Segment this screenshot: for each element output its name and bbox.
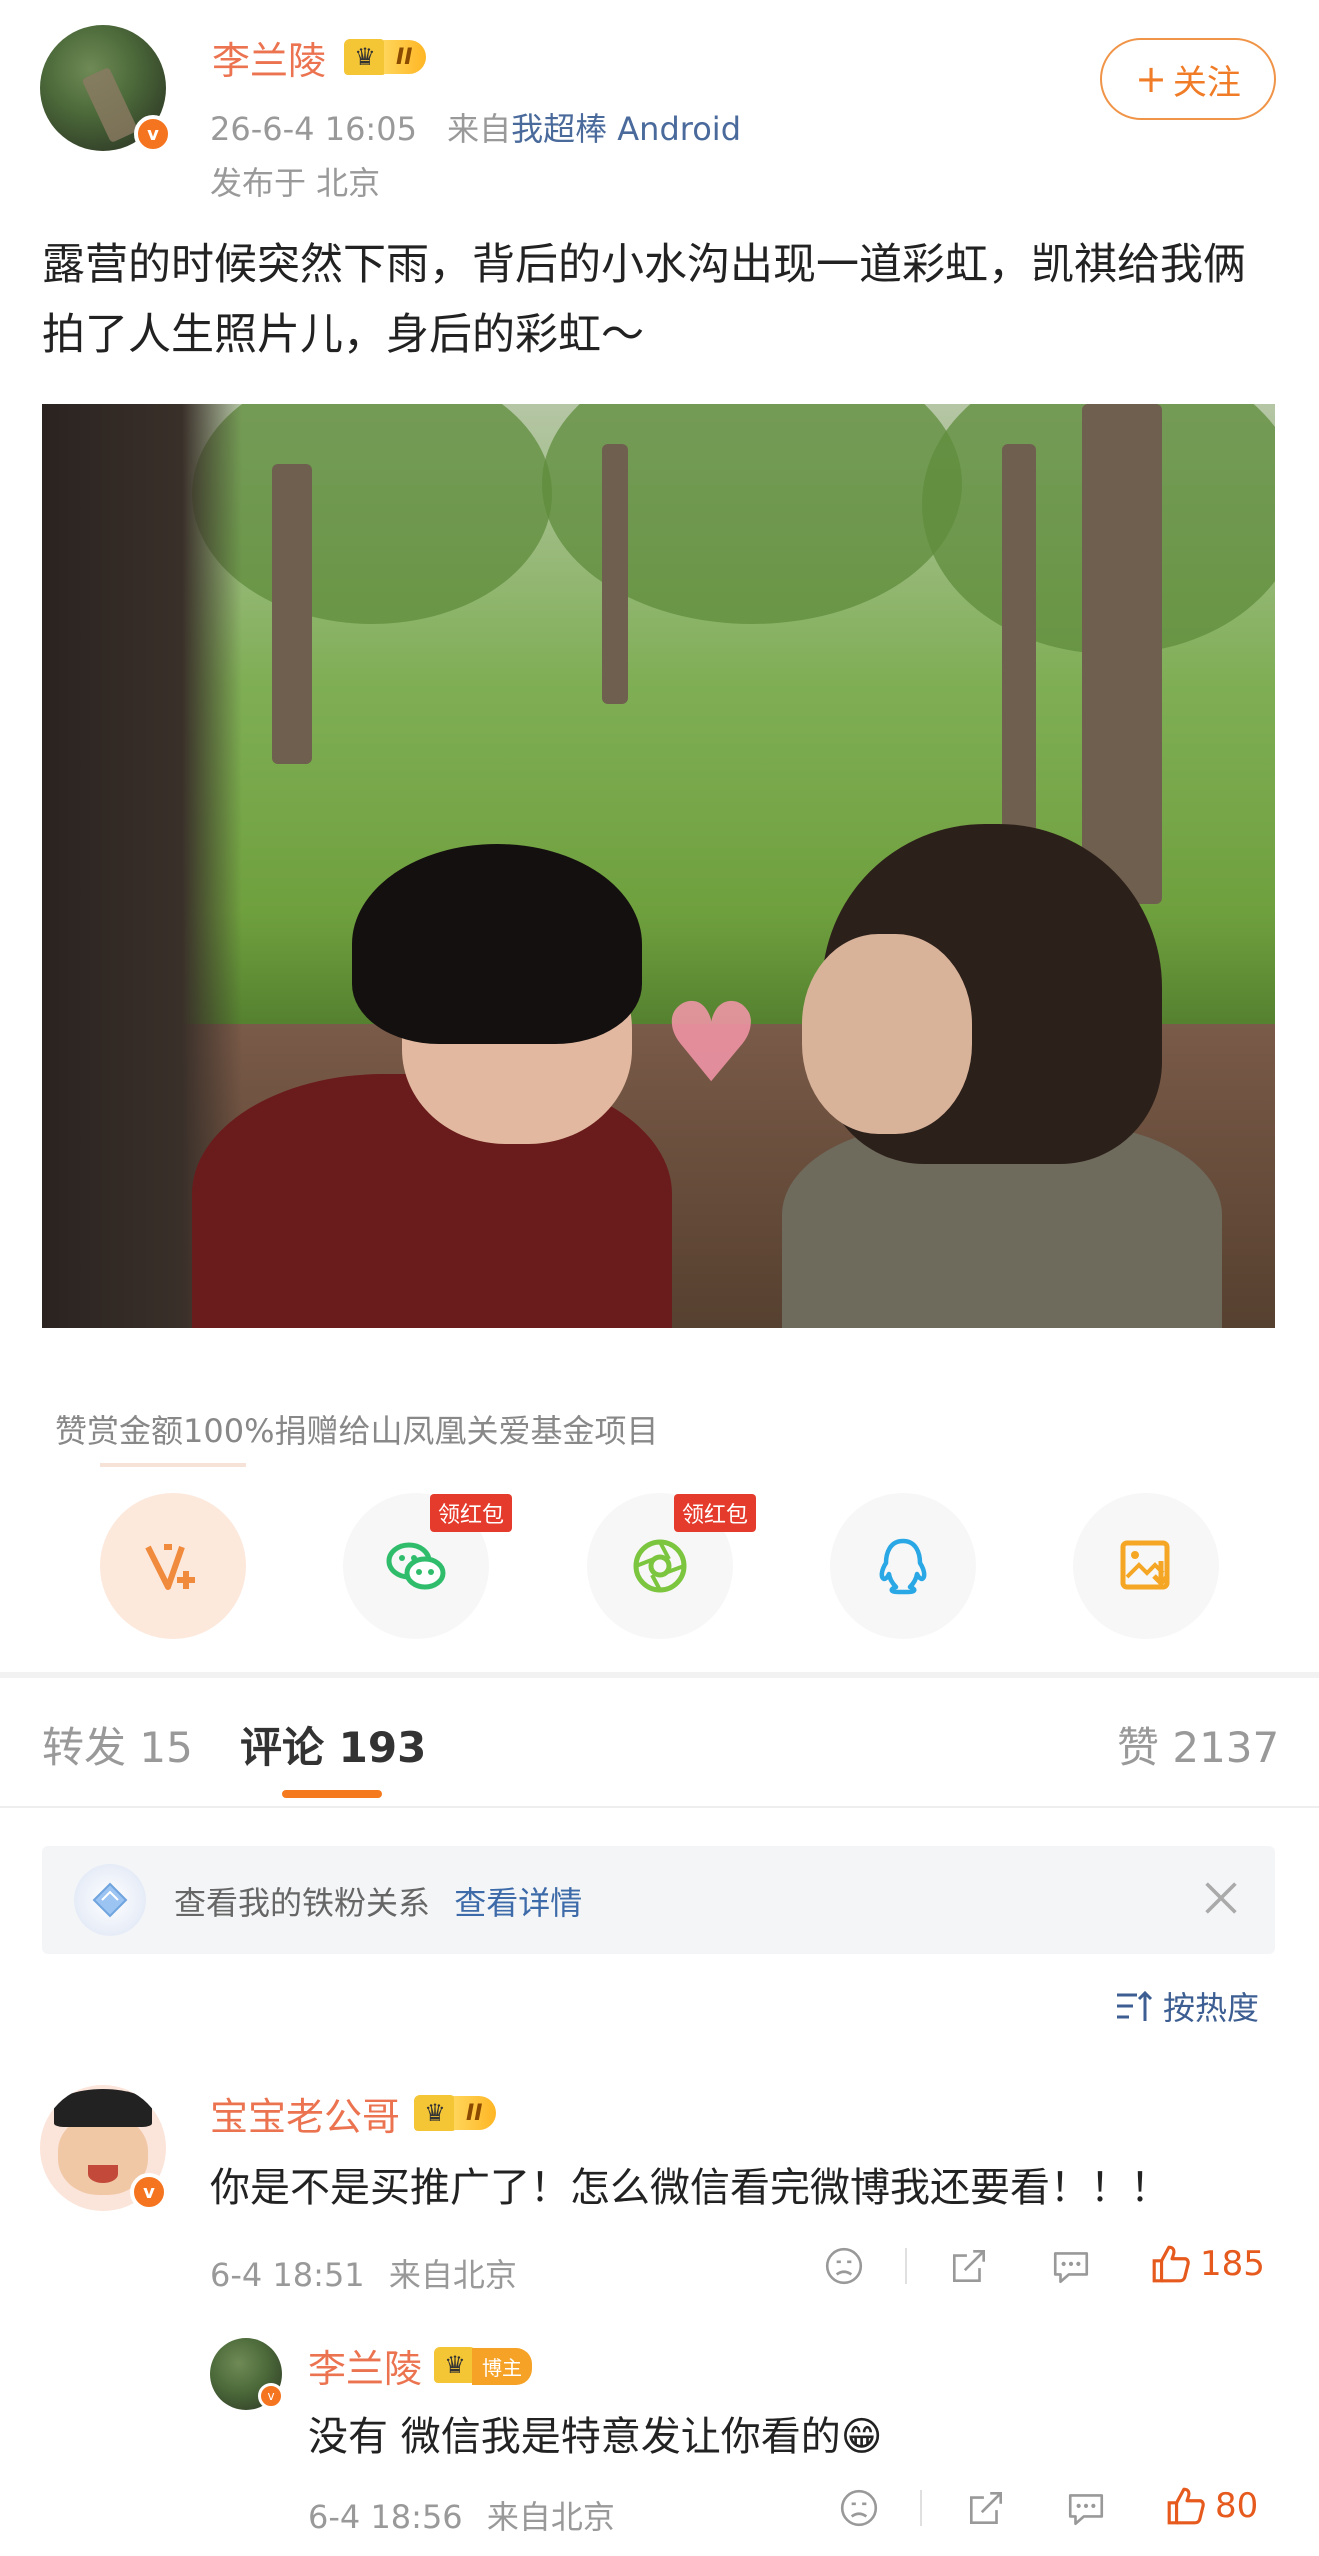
follow-label: 关注 (1172, 62, 1241, 103)
blogger-badge: ♛ 博主 (434, 2345, 544, 2385)
like-count: 80 (1215, 2486, 1259, 2526)
sad-face-icon (840, 2489, 878, 2527)
reward-pointer (100, 1463, 246, 1467)
post-location: 发布于 北京 (210, 164, 381, 202)
reply-location: 来自北京 (486, 2498, 615, 2536)
heart-sticker-icon: ♥ (662, 979, 761, 1107)
hongbao-tag: 领红包 (674, 1494, 757, 1532)
tab-comments[interactable]: 评论 193 (240, 1714, 426, 1775)
thumbs-up-icon (1167, 2487, 1205, 2525)
level-tag: II (384, 40, 427, 74)
level-tag: II (454, 2096, 497, 2130)
post-time: 26-6-4 16:05 (210, 110, 417, 148)
save-image-button[interactable] (1073, 1493, 1219, 1639)
section-divider (0, 1672, 1319, 1678)
blogger-tag: 博主 (472, 2348, 533, 2385)
verified-badge-icon: v (130, 2173, 168, 2211)
tree-trunk (272, 464, 312, 764)
tab-likes[interactable]: 赞 2137 (1117, 1714, 1279, 1775)
share-icon (969, 2491, 1003, 2525)
commenter-row: 宝宝老公哥 ♛ II (210, 2086, 534, 2141)
vip-badge[interactable]: ♛ II (344, 37, 464, 77)
sort-by-heat[interactable]: 按热度 (1115, 1983, 1259, 2029)
fan-relation-label: 查看我的铁粉关系 (174, 1884, 431, 1922)
post-meta: 26-6-4 16:05 来自我超棒 Android (210, 104, 741, 150)
comment-text: 你是不是买推广了！怎么微信看完微博我还要看！！！ (210, 2165, 1170, 2211)
reward-note: 赞赏金额100%捐赠给山凤凰关爱基金项目 (55, 1412, 659, 1450)
tabs-divider (0, 1806, 1319, 1808)
comment-location: 来自北京 (388, 2256, 517, 2294)
vip-badge[interactable]: ♛ II (414, 2093, 534, 2133)
follow-button[interactable]: + 关注 (1100, 38, 1276, 120)
comment-time: 6-4 18:51 (210, 2256, 365, 2294)
close-icon[interactable] (1197, 1874, 1245, 1922)
thumbs-up-icon (1152, 2245, 1190, 2283)
avatar-photo-detail (81, 66, 139, 144)
reply-author-name[interactable]: 李兰陵 (308, 2338, 422, 2393)
sad-face-icon (825, 2247, 863, 2285)
source-link[interactable]: 我超棒 Android (511, 110, 741, 148)
sort-label: 按热度 (1163, 1989, 1260, 2027)
reply-button[interactable] (1050, 2245, 1092, 2287)
source-prefix: 来自 (447, 110, 512, 148)
crown-icon: ♛ (434, 2347, 477, 2383)
action-separator (920, 2490, 922, 2526)
wechat-icon (386, 1542, 446, 1590)
tree-canopy (192, 404, 552, 624)
crown-icon: ♛ (414, 2095, 457, 2131)
reply-button[interactable] (1065, 2487, 1107, 2529)
like-button[interactable]: 185 (1150, 2243, 1265, 2285)
qq-icon (879, 1538, 927, 1595)
reply-text: 没有 微信我是特意发让你看的😁 (308, 2414, 883, 2460)
share-qq-button[interactable] (830, 1493, 976, 1639)
repost-comment-button[interactable] (948, 2245, 990, 2287)
tree-trunk (602, 444, 628, 704)
author-name[interactable]: 李兰陵 (212, 30, 326, 85)
hongbao-tag: 领红包 (430, 1494, 513, 1532)
fan-relation-text: 查看我的铁粉关系 查看详情 (174, 1878, 582, 1924)
person-right (742, 824, 1262, 1328)
moments-icon (633, 1539, 687, 1593)
like-count: 185 (1200, 2244, 1265, 2284)
repost-comment-button[interactable] (965, 2487, 1007, 2529)
verified-badge-icon: v (258, 2383, 284, 2409)
save-image-icon (1120, 1540, 1170, 1590)
post-photo[interactable]: ♥ (42, 404, 1275, 1328)
comment-icon (1053, 2252, 1089, 2284)
reward-button[interactable] (100, 1493, 246, 1639)
share-icon (952, 2249, 986, 2283)
comment-icon (1068, 2494, 1104, 2526)
tree-trunk (1002, 444, 1036, 864)
fan-relation-banner[interactable]: 查看我的铁粉关系 查看详情 (42, 1846, 1275, 1954)
dislike-button[interactable] (838, 2487, 880, 2529)
verified-badge-icon: v (134, 115, 172, 153)
diamond-icon (74, 1864, 146, 1936)
crown-icon: ♛ (344, 39, 387, 75)
comment-meta: 6-4 18:51 来自北京 (210, 2250, 517, 2296)
view-details-link[interactable]: 查看详情 (454, 1884, 582, 1922)
action-separator (905, 2248, 907, 2284)
active-tab-indicator (282, 1790, 382, 1798)
author-row: 李兰陵 ♛ II (212, 30, 464, 85)
reply-meta: 6-4 18:56 来自北京 (308, 2492, 615, 2538)
like-button[interactable]: 80 (1165, 2485, 1258, 2527)
reply-author-row: 李兰陵 ♛ 博主 (308, 2338, 544, 2393)
reward-v-icon (145, 1544, 195, 1590)
dislike-button[interactable] (823, 2245, 865, 2287)
reply-time: 6-4 18:56 (308, 2498, 463, 2536)
post-text: 露营的时候突然下雨，背后的小水沟出现一道彩虹，凯祺给我俩拍了人生照片儿，身后的彩… (42, 240, 1246, 360)
plus-icon: + (1135, 57, 1167, 101)
author-avatar[interactable]: v (40, 25, 172, 153)
tab-repost[interactable]: 转发 15 (42, 1714, 193, 1775)
commenter-name[interactable]: 宝宝老公哥 (210, 2086, 400, 2141)
sort-icon (1117, 1990, 1153, 2021)
